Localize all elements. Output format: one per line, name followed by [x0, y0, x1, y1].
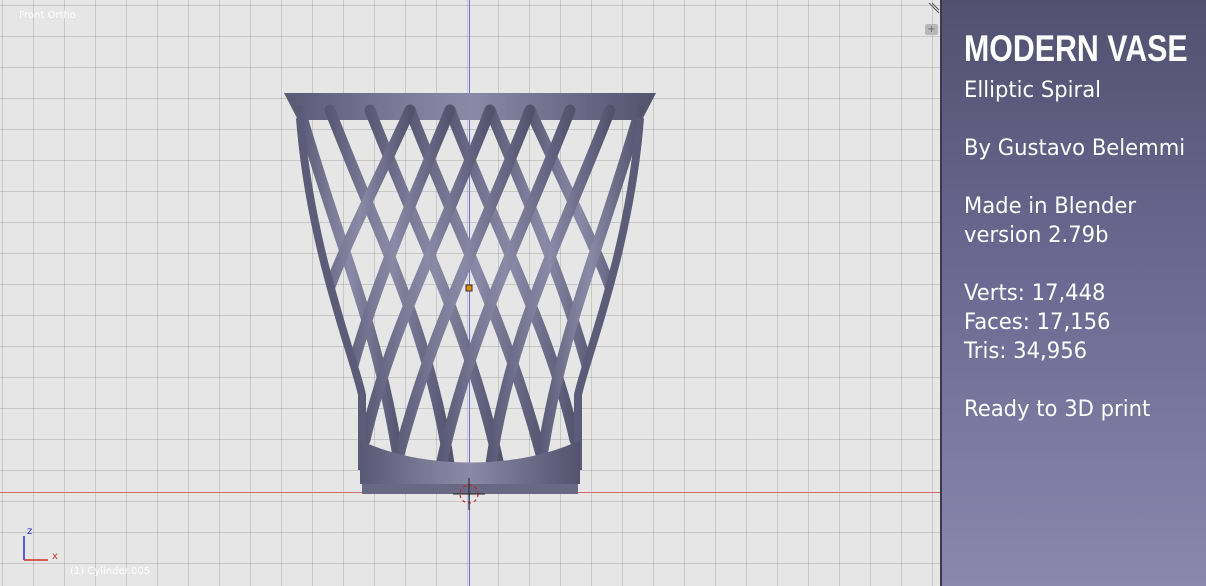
object-label: (1) Cylinder.005 [70, 566, 151, 577]
panel-ready: Ready to 3D print [964, 397, 1151, 422]
x-axis-label: x [52, 551, 58, 562]
info-panel: MODERN VASE Elliptic Spiral By Gustavo B… [940, 0, 1206, 586]
view-label: Front Ortho [19, 10, 76, 21]
toggle-properties-button[interactable]: + [925, 24, 938, 35]
origin-dot [465, 284, 473, 292]
vase-mesh[interactable] [0, 0, 940, 586]
panel-subtitle: Elliptic Spiral [964, 78, 1102, 103]
panel-faces: Faces: 17,156 [964, 310, 1111, 335]
panel-tris: Tris: 34,956 [964, 339, 1088, 364]
panel-verts: Verts: 17,448 [964, 281, 1106, 306]
axes-gizmo: z x [23, 526, 58, 562]
panel-made-in: Made in Blender [964, 194, 1137, 219]
panel-version: version 2.79b [964, 223, 1109, 248]
3d-viewport[interactable]: Front Ortho (1) Cylinder.005 z x + [0, 0, 940, 586]
z-axis-label: z [27, 526, 32, 537]
corner-resize-icon[interactable] [928, 2, 940, 14]
vase-rim [284, 93, 656, 120]
panel-author: By Gustavo Belemmi [964, 136, 1186, 161]
panel-title: MODERN VASE [964, 28, 1188, 69]
